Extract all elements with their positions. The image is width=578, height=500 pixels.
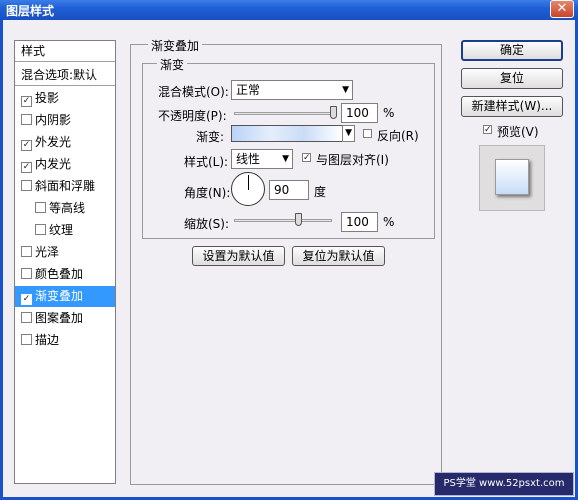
style-item-label: 内发光 (35, 157, 72, 171)
reset-button[interactable]: 复位 (461, 68, 563, 89)
opacity-input[interactable]: 100 (341, 103, 378, 123)
close-icon[interactable]: ✕ (550, 0, 574, 18)
style-item[interactable]: ✓ 内发光 (15, 154, 115, 175)
style-value: 线性 (236, 152, 261, 166)
preview-thumbnail (495, 159, 529, 195)
style-item[interactable]: 图案叠加 (15, 308, 115, 329)
opacity-unit: % (383, 106, 395, 120)
reset-default-button[interactable]: 复位为默认值 (292, 246, 385, 266)
styles-header[interactable]: 样式 (15, 41, 115, 62)
window-title: 图层样式 (6, 4, 55, 18)
gradient-swatch[interactable] (231, 125, 343, 142)
style-item[interactable]: 内阴影 (15, 110, 115, 131)
align-with-layer-label: 与图层对齐(I) (316, 153, 389, 167)
preview-label: 预览(V) (497, 125, 539, 139)
style-item-checkbox[interactable] (35, 202, 46, 213)
ok-button[interactable]: 确定 (461, 40, 563, 61)
style-item-label: 颜色叠加 (35, 267, 84, 281)
style-item-checkbox[interactable] (21, 268, 32, 279)
scale-slider-handle[interactable] (294, 213, 302, 226)
subgroup-title: 渐变 (157, 56, 188, 73)
style-item[interactable]: 斜面和浮雕 (15, 176, 115, 197)
style-item-label: 投影 (35, 91, 60, 105)
gradient-dropdown[interactable]: ▼ (342, 125, 355, 142)
chevron-down-icon: ▼ (345, 128, 352, 138)
opacity-slider-handle[interactable] (330, 106, 337, 119)
style-item-checkbox[interactable]: ✓ (21, 162, 32, 173)
style-item-label: 光泽 (35, 245, 60, 259)
style-item-checkbox[interactable]: ✓ (21, 140, 32, 151)
style-item-label: 等高线 (49, 201, 86, 215)
style-item-checkbox[interactable]: ✓ (21, 294, 32, 305)
angle-unit: 度 (314, 185, 327, 199)
style-item[interactable]: 等高线 (15, 198, 115, 219)
new-style-button[interactable]: 新建样式(W)... (461, 96, 563, 117)
preview-checkbox[interactable]: ✓ (483, 125, 492, 135)
style-select[interactable]: 线性 ▼ (231, 149, 293, 169)
style-item-label: 纹理 (49, 223, 74, 237)
style-label: 样式(L): (184, 155, 229, 169)
blend-mode-label: 混合模式(O): (158, 85, 229, 99)
scale-label: 缩放(S): (184, 217, 230, 231)
style-item-label: 外发光 (35, 135, 72, 149)
style-list: 样式 混合选项:默认 ✓ 投影 内阴影 ✓ 外发光 ✓ 内发光 斜面和浮雕 等高线 纹理 光泽 颜色叠… (14, 40, 116, 484)
blend-options-item[interactable]: 混合选项:默认 (15, 65, 115, 86)
chevron-down-icon: ▼ (282, 154, 289, 164)
gradient-label: 渐变: (196, 130, 225, 144)
scale-unit: % (383, 215, 395, 229)
chevron-down-icon: ▼ (342, 85, 349, 95)
style-item[interactable]: ✓ 外发光 (15, 132, 115, 153)
style-item-label: 渐变叠加 (35, 289, 84, 303)
style-item-checkbox[interactable] (21, 180, 32, 191)
style-item[interactable]: 描边 (15, 330, 115, 351)
scale-input[interactable]: 100 (341, 212, 378, 232)
group-title: 渐变叠加 (148, 37, 203, 54)
opacity-label: 不透明度(P): (158, 109, 227, 123)
style-item[interactable]: ✓ 投影 (15, 88, 115, 109)
style-item-checkbox[interactable] (21, 334, 32, 345)
style-item-checkbox[interactable] (21, 312, 32, 323)
scale-slider-track[interactable] (234, 219, 332, 222)
blend-mode-value: 正常 (236, 83, 261, 97)
style-item-label: 斜面和浮雕 (35, 179, 96, 193)
blend-mode-select[interactable]: 正常 ▼ (231, 80, 353, 100)
title-bar: 图层样式 ✕ (0, 0, 578, 20)
style-item-label: 内阴影 (35, 113, 72, 127)
reverse-label: 反向(R) (377, 129, 419, 143)
style-item-checkbox[interactable]: ✓ (21, 96, 32, 107)
set-default-button[interactable]: 设置为默认值 (192, 246, 285, 266)
style-item[interactable]: 光泽 (15, 242, 115, 263)
style-item-label: 图案叠加 (35, 311, 84, 325)
angle-label: 角度(N): (184, 186, 231, 200)
opacity-slider-track[interactable] (234, 112, 334, 115)
angle-dial[interactable] (231, 172, 265, 206)
angle-input[interactable]: 90 (269, 180, 309, 200)
angle-dial-needle (248, 175, 249, 190)
style-item-checkbox[interactable] (21, 114, 32, 125)
align-with-layer-checkbox[interactable]: ✓ (302, 153, 311, 163)
watermark: PS学堂 www.52psxt.com (434, 472, 574, 496)
style-item-label: 描边 (35, 333, 60, 347)
reverse-checkbox[interactable] (363, 129, 372, 138)
style-item[interactable]: 纹理 (15, 220, 115, 241)
style-item[interactable]: 颜色叠加 (15, 264, 115, 285)
style-item[interactable]: ✓ 渐变叠加 (15, 286, 115, 307)
style-item-checkbox[interactable] (35, 224, 46, 235)
style-item-checkbox[interactable] (21, 246, 32, 257)
